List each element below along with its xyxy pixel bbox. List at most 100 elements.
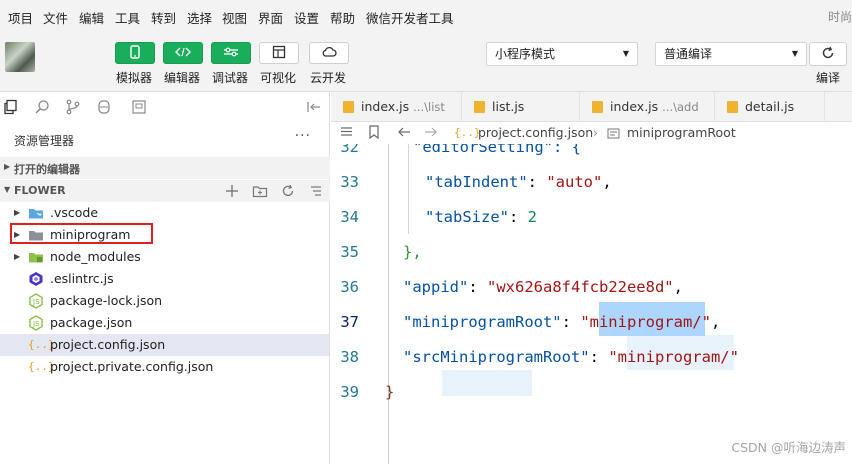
new-folder-icon[interactable] [252,183,268,199]
line-number: 39 [340,383,359,401]
json-braces-icon: {..} [28,360,55,373]
tab-path: ...\list [413,100,445,114]
line-number: 38 [340,348,359,366]
search-icon[interactable] [33,98,51,116]
vscode-folder-icon [28,205,44,221]
compile-select[interactable]: 普通编译 ▼ [655,42,807,66]
refresh-icon [821,46,835,63]
menu-right-text: 时尚 [827,10,852,24]
node-folder-icon [28,249,44,265]
menu-devtools[interactable]: 微信开发者工具 [366,8,454,27]
js-file-icon [592,101,603,113]
line-number: 37 [340,313,359,331]
tab-label: index.js [361,99,410,114]
menu-project[interactable]: 项目 [8,8,33,27]
editor-label: 编辑器 [164,71,201,85]
debugger-button[interactable] [211,42,251,64]
project-section[interactable]: ▼ FLOWER [0,180,330,202]
caret-down-icon: ▼ [622,49,629,58]
menu-select[interactable]: 选择 [187,8,212,27]
tree-item-project-config[interactable]: {..} project.config.json [0,334,329,356]
tree-item-eslintrc[interactable]: .eslintrc.js [0,268,329,290]
editor-button[interactable] [163,42,203,64]
menu-tools[interactable]: 工具 [115,8,140,27]
menu-interface[interactable]: 界面 [258,8,283,27]
code-editor[interactable]: 32 "editorSetting": { 33 "tabIndent": "a… [331,144,852,464]
json-value: "miniprogram/" [580,313,711,331]
source-control-icon[interactable] [64,98,82,116]
list-icon[interactable] [340,125,353,141]
tab-path: ...\add [662,100,699,114]
more-actions-icon[interactable]: ··· [295,128,311,144]
menu-help[interactable]: 帮助 [330,8,355,27]
code-line: 32 "editorSetting": { [331,144,852,165]
js-file-icon [343,101,354,113]
simulator-button[interactable] [115,42,155,64]
js-file-icon [727,101,738,113]
visual-label: 可视化 [260,71,297,85]
property-icon [607,127,620,142]
breadcrumb-symbol[interactable]: miniprogramRoot [627,125,736,140]
tree-item-vscode[interactable]: ▶ .vscode [0,202,329,224]
code-text: }, [403,243,422,261]
line-number: 32 [340,144,359,156]
avatar[interactable] [5,42,35,72]
visual-button[interactable] [259,42,299,64]
menu-view[interactable]: 视图 [222,8,247,27]
tab-label: detail.js [745,99,795,114]
chevron-right-icon: ▶ [14,252,21,261]
tree-item-label: .vscode [50,205,99,220]
back-arrow-icon[interactable] [397,125,411,142]
bookmark-icon[interactable] [368,125,380,142]
json-braces-icon: {..} [28,338,55,351]
mode-select[interactable]: 小程序模式 ▼ [486,42,638,66]
json-value: 2 [527,208,538,226]
open-editors-section[interactable]: ▶ 打开的编辑器 [0,157,330,179]
eslint-icon [28,271,44,287]
compile-select-value: 普通编译 [664,47,713,61]
tree-item-label: project.config.json [50,337,166,352]
breadcrumb-file[interactable]: project.config.json [478,125,593,140]
menu-goto[interactable]: 转到 [151,8,176,27]
tree-item-package-json[interactable]: JS package.json [0,312,329,334]
refresh-explorer-icon[interactable] [280,183,296,199]
tab-index-add[interactable]: index.js ...\add [580,92,715,122]
json-key: "miniprogramRoot" [403,313,562,331]
code-line: 36 "appid": "wx626a8f4fcb22ee8d", [331,270,852,305]
menu-file[interactable]: 文件 [43,8,68,27]
collapse-panel-icon[interactable] [305,98,323,116]
debug-panel-icon[interactable] [95,98,113,116]
chevron-down-icon: ▼ [4,185,11,194]
code-line: 35 }, [331,235,852,270]
tree-item-label: node_modules [50,249,141,264]
explorer-title: 资源管理器 [14,134,75,148]
compile-button[interactable] [809,42,847,66]
json-value: "auto" [546,173,603,191]
code-text: } [385,383,395,401]
json-value: "wx626a8f4fcb22ee8d" [487,278,674,296]
tree-item-label: project.private.config.json [50,359,214,374]
tab-detail-js[interactable]: detail.js [715,92,825,122]
simulator-label: 模拟器 [116,71,153,85]
json-key: "tabSize" [425,208,509,226]
files-icon[interactable] [2,98,20,116]
chevron-right-icon: ▶ [4,162,11,171]
extensions-icon[interactable] [130,98,148,116]
tree-item-node-modules[interactable]: ▶ node_modules [0,246,329,268]
open-editors-label: 打开的编辑器 [14,163,80,176]
node-json-icon: JS [28,315,44,331]
collapse-all-icon[interactable] [308,183,324,199]
cloud-button[interactable] [309,42,349,64]
forward-arrow-icon[interactable] [424,125,438,142]
tree-item-project-private-config[interactable]: {..} project.private.config.json [0,356,329,378]
tab-label: index.js [610,99,659,114]
tree-item-package-lock[interactable]: JS package-lock.json [0,290,329,312]
tab-list-js[interactable]: list.js [462,92,580,122]
tab-index-list[interactable]: index.js ...\list [331,92,462,122]
editor-tabs: index.js ...\list list.js index.js ...\add… [331,92,852,122]
layout-icon [272,45,286,62]
tree-item-label: package-lock.json [50,293,163,308]
menu-settings[interactable]: 设置 [294,8,319,27]
menu-edit[interactable]: 编辑 [79,8,104,27]
new-file-icon[interactable] [224,183,240,199]
